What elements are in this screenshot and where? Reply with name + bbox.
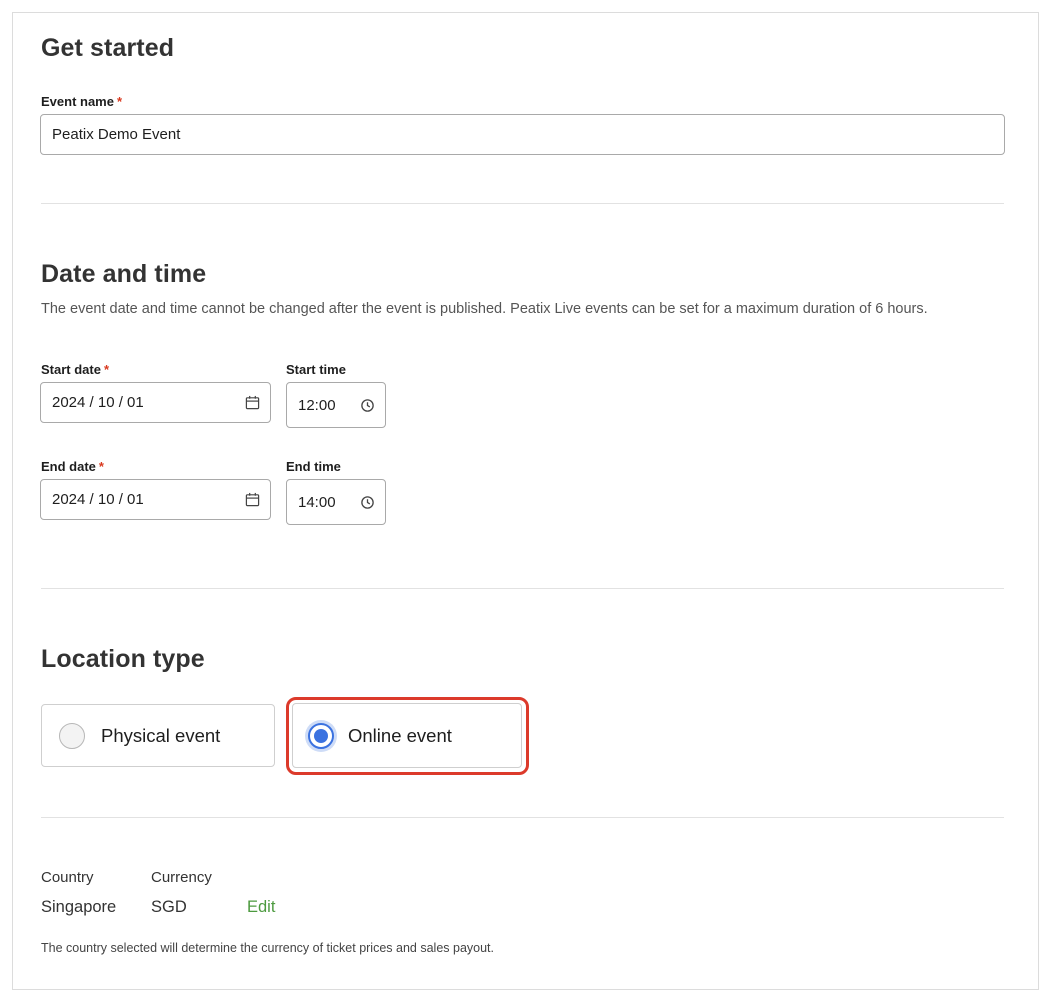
currency-value: SGD — [151, 898, 187, 916]
section-title-get-started: Get started — [41, 34, 175, 62]
end-date-label: End date * — [41, 459, 104, 474]
country-label: Country — [41, 869, 94, 886]
end-time-value: 14:00 — [298, 493, 336, 511]
event-name-value: Peatix Demo Event — [52, 126, 181, 143]
start-date-label-text: Start date — [41, 362, 101, 377]
end-date-label-text: End date — [41, 459, 96, 474]
edit-region-link[interactable]: Edit — [247, 898, 275, 917]
required-mark: * — [116, 94, 123, 109]
event-form-card: Get started Event name * Peatix Demo Even… — [12, 12, 1039, 990]
location-option-physical[interactable]: Physical event — [41, 704, 275, 767]
start-time-label: Start time — [286, 362, 346, 377]
section-title-location-type: Location type — [41, 645, 205, 673]
start-date-value: 2024 / 10 / 01 — [52, 394, 144, 411]
end-time-label: End time — [286, 459, 341, 474]
section-divider — [41, 203, 1004, 204]
location-option-label: Physical event — [101, 724, 221, 746]
event-name-label: Event name * — [41, 94, 122, 109]
calendar-icon[interactable] — [244, 492, 260, 508]
calendar-icon[interactable] — [244, 395, 260, 411]
country-value: Singapore — [41, 898, 117, 916]
section-divider — [41, 588, 1004, 589]
start-time-value: 12:00 — [298, 396, 336, 414]
required-mark: * — [103, 362, 110, 377]
date-time-description: The event date and time cannot be change… — [41, 301, 928, 317]
end-time-input[interactable]: 14:00 — [286, 479, 386, 525]
currency-note: The country selected will determine the … — [41, 941, 494, 955]
required-mark: * — [98, 459, 104, 474]
clock-icon[interactable] — [359, 494, 375, 510]
clock-icon[interactable] — [359, 397, 375, 413]
currency-label: Currency — [151, 869, 212, 886]
start-date-label: Start date * — [41, 362, 109, 377]
start-date-input[interactable]: 2024 / 10 / 01 — [40, 382, 271, 423]
start-time-input[interactable]: 12:00 — [286, 382, 386, 428]
end-date-value: 2024 / 10 / 01 — [52, 491, 144, 508]
end-date-input[interactable]: 2024 / 10 / 01 — [40, 479, 271, 520]
section-title-date-time: Date and time — [41, 260, 207, 288]
radio-unselected[interactable] — [59, 722, 85, 749]
event-name-label-text: Event name — [41, 94, 114, 109]
selection-highlight-outline — [286, 697, 529, 775]
event-name-input[interactable]: Peatix Demo Event — [40, 114, 1005, 155]
section-divider — [41, 817, 1004, 818]
